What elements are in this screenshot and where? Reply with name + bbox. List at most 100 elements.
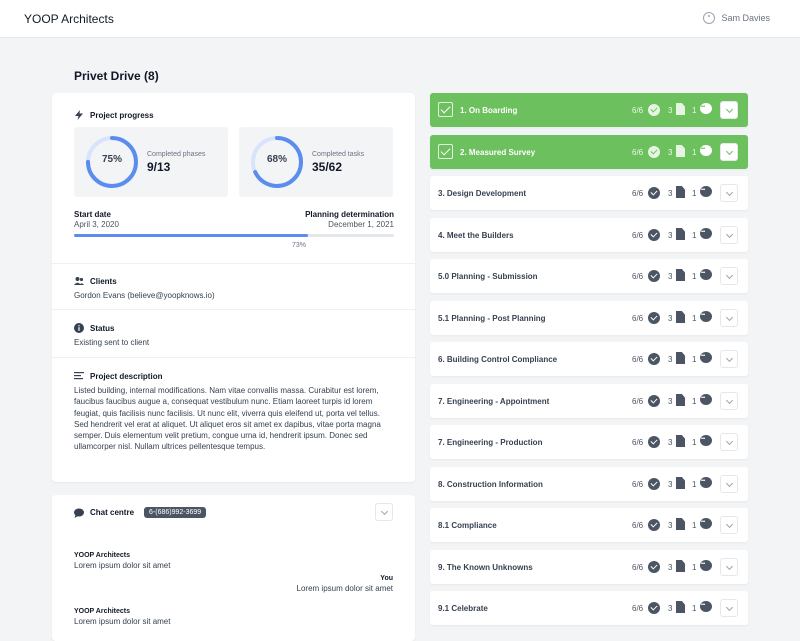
chat-heading-label: Chat centre [90, 508, 135, 517]
project-card: Project progress 75% Completed phases 9/… [52, 93, 415, 482]
checkbox-checked-icon[interactable] [438, 102, 453, 117]
phase-task-count: 6/6 [632, 438, 644, 447]
chat-card: Chat centre 6-(686)992-3699 YOOP Archite… [52, 495, 415, 641]
phase-row[interactable]: 9. The Known Unknowns 6/6 3 1 [430, 550, 748, 584]
chevron-down-icon [725, 562, 734, 571]
phase-task-count: 6/6 [632, 314, 644, 323]
phase-expand-button[interactable] [720, 392, 738, 410]
chat-heading: Chat centre 6-(686)992-3699 [74, 507, 207, 518]
phase-expand-button[interactable] [720, 184, 738, 202]
check-circle-icon [648, 312, 660, 324]
phase-name: 1. On Boarding [460, 106, 518, 115]
description-heading: Project description [74, 371, 392, 381]
phase-expand-button[interactable] [720, 101, 738, 119]
document-icon [676, 435, 685, 447]
status-heading: Status [74, 323, 149, 333]
phase-row[interactable]: 6. Building Control Compliance 6/6 3 1 [430, 342, 748, 376]
document-icon [676, 477, 685, 489]
phase-row[interactable]: 3. Design Development 6/6 3 1 [430, 176, 748, 210]
phase-task-count: 6/6 [632, 480, 644, 489]
phase-expand-button[interactable] [720, 143, 738, 161]
chat-message: You Lorem ipsum dolor sit amet [297, 575, 393, 593]
phase-task-count: 6/6 [632, 521, 644, 530]
phase-expand-button[interactable] [720, 350, 738, 368]
phase-expand-button[interactable] [720, 226, 738, 244]
chevron-down-icon [380, 507, 389, 516]
phase-row[interactable]: 1. On Boarding 6/6 3 1 [430, 93, 748, 127]
comment-icon [700, 435, 712, 446]
chat-expand-button[interactable] [375, 503, 393, 521]
phase-comment-count: 1 [692, 563, 697, 572]
phase-expand-button[interactable] [720, 516, 738, 534]
phases-value: 9/13 [147, 160, 171, 174]
chevron-down-icon [725, 147, 734, 156]
chevron-down-icon [725, 105, 734, 114]
message-author: YOOP Architects [74, 608, 131, 615]
phase-name: 4. Meet the Builders [438, 231, 514, 240]
user-menu[interactable]: Sam Davies [703, 12, 770, 24]
phase-row[interactable]: 4. Meet the Builders 6/6 3 1 [430, 218, 748, 252]
phase-task-count: 6/6 [632, 148, 644, 157]
chevron-down-icon [725, 396, 734, 405]
timeline-progress-fill [74, 234, 308, 237]
phase-doc-count: 3 [668, 189, 673, 198]
phase-row[interactable]: 5.1 Planning - Post Planning 6/6 3 1 [430, 301, 748, 335]
phase-comment-count: 1 [692, 106, 697, 115]
phase-expand-button[interactable] [720, 599, 738, 617]
document-icon [676, 103, 685, 115]
phase-expand-button[interactable] [720, 475, 738, 493]
top-bar: YOOP Architects Sam Davies [0, 0, 800, 38]
status-heading-label: Status [90, 323, 115, 333]
phase-doc-count: 3 [668, 355, 673, 364]
brand-name[interactable]: YOOP Architects [24, 12, 114, 26]
phase-comment-count: 1 [692, 314, 697, 323]
comment-icon [700, 477, 712, 488]
lightning-icon [75, 110, 83, 120]
phase-row[interactable]: 8. Construction Information 6/6 3 1 [430, 467, 748, 501]
phase-name: 6. Building Control Compliance [438, 355, 558, 364]
phase-row[interactable]: 8.1 Compliance 6/6 3 1 [430, 508, 748, 542]
check-circle-icon [648, 187, 660, 199]
phase-name: 5.1 Planning - Post Planning [438, 314, 546, 323]
document-icon [676, 601, 685, 613]
chevron-down-icon [725, 230, 734, 239]
phase-comment-count: 1 [692, 272, 697, 281]
comment-icon [700, 352, 712, 363]
phase-expand-button[interactable] [720, 267, 738, 285]
check-circle-icon [648, 519, 660, 531]
end-date-value: December 1, 2021 [328, 220, 394, 229]
check-circle-icon [648, 104, 660, 116]
phase-name: 3. Design Development [438, 189, 527, 198]
progress-heading-label: Project progress [90, 110, 154, 120]
phase-row[interactable]: 7. Engineering - Production 6/6 3 1 [430, 425, 748, 459]
phase-expand-button[interactable] [720, 433, 738, 451]
description-section: Project description Listed building, int… [74, 371, 392, 453]
timeline-percent: 73% [292, 242, 307, 249]
phase-task-count: 6/6 [632, 604, 644, 613]
phase-row[interactable]: 9.1 Celebrate 6/6 3 1 [430, 591, 748, 625]
comment-icon [700, 269, 712, 280]
end-date-label: Planning determination [305, 210, 394, 219]
phase-doc-count: 3 [668, 272, 673, 281]
phase-comment-count: 1 [692, 355, 697, 364]
phase-comment-count: 1 [692, 480, 697, 489]
phase-row[interactable]: 7. Engineering - Appointment 6/6 3 1 [430, 384, 748, 418]
message-text: Lorem ipsum dolor sit amet [74, 617, 171, 626]
start-date-label: Start date [74, 210, 111, 219]
phases-stat: 75% Completed phases 9/13 [74, 127, 228, 197]
phase-comment-count: 1 [692, 397, 697, 406]
check-circle-icon [648, 395, 660, 407]
progress-heading: Project progress [74, 110, 154, 120]
phase-doc-count: 3 [668, 106, 673, 115]
checkbox-checked-icon[interactable] [438, 144, 453, 159]
phase-expand-button[interactable] [720, 309, 738, 327]
comment-icon [700, 145, 712, 156]
divider [52, 309, 415, 310]
comment-icon [700, 186, 712, 197]
tasks-stat: 68% Completed tasks 35/62 [239, 127, 393, 197]
phase-row[interactable]: 2. Measured Survey 6/6 3 1 [430, 135, 748, 169]
phase-row[interactable]: 5.0 Planning - Submission 6/6 3 1 [430, 259, 748, 293]
message-author: You [380, 575, 393, 582]
phase-expand-button[interactable] [720, 558, 738, 576]
document-icon [676, 518, 685, 530]
